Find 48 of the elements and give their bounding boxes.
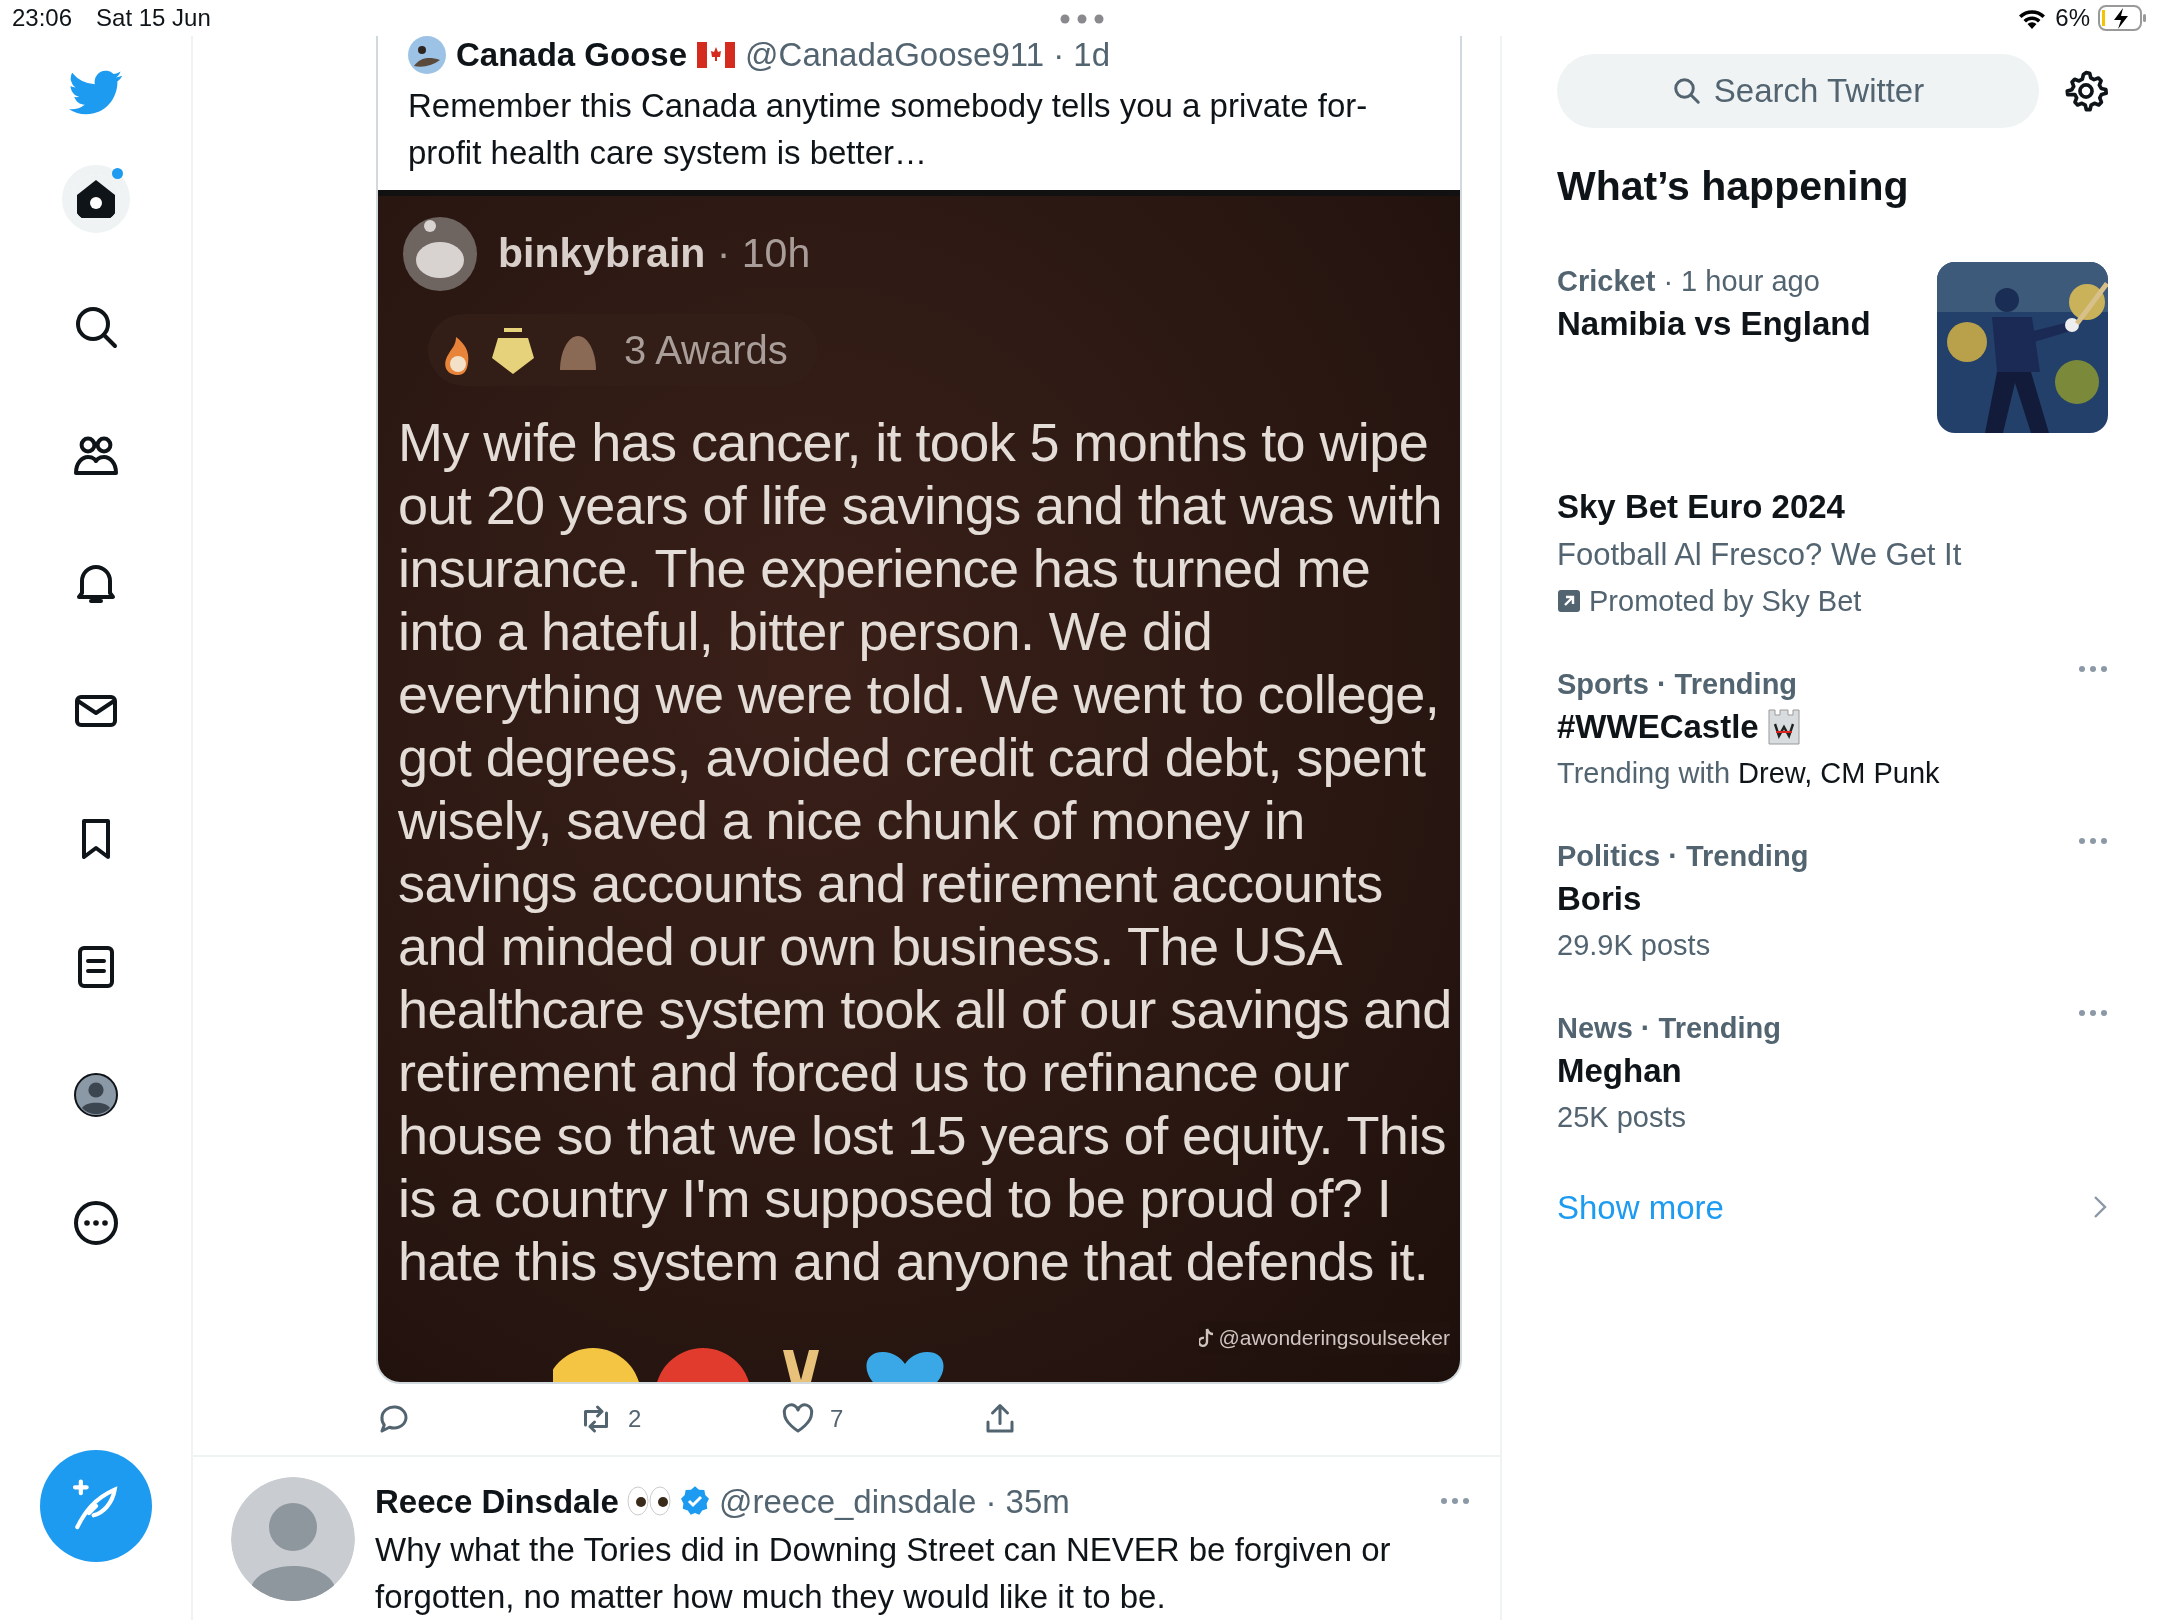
- trend-title[interactable]: #WWECastle: [1557, 702, 1759, 751]
- status-date: Sat 15 Jun: [96, 3, 211, 33]
- trend-title[interactable]: Boris: [1557, 874, 1642, 923]
- creator-credit: @awonderingsoulseeker: [1218, 1325, 1450, 1351]
- author-handle[interactable]: @reece_dinsdale · 35m: [718, 1476, 1070, 1526]
- tweet-text: Remember this Canada anytime somebody tells you a private for-profit health care system is better…: [407, 86, 1369, 173]
- trend-context-names: Drew, CM Punk: [1738, 756, 1940, 789]
- trend-category: Sports · Trending: [1557, 666, 1798, 702]
- battery-percentage: 6%: [2055, 3, 2090, 33]
- retweet-button[interactable]: 2: [578, 1401, 780, 1438]
- wifi-icon: [2017, 7, 2048, 29]
- trend-title[interactable]: Meghan: [1557, 1046, 1682, 1095]
- like-button[interactable]: 7: [780, 1401, 982, 1438]
- eyes-icon: [626, 1486, 671, 1517]
- multitasking-handle[interactable]: [1060, 14, 1104, 24]
- more-options-icon[interactable]: [1440, 1497, 1470, 1506]
- trend-category: News · Trending: [1557, 1010, 1781, 1046]
- search-icon: [1671, 76, 1702, 106]
- status-time: 23:06: [12, 3, 73, 33]
- awards-count: 3 Awards: [624, 327, 788, 374]
- trend-title[interactable]: Namibia vs England: [1557, 299, 1871, 348]
- post-count: 25K posts: [1557, 1099, 1687, 1135]
- more-options-icon[interactable]: [2078, 836, 2108, 845]
- avatar[interactable]: [408, 36, 446, 74]
- author-handle[interactable]: @CanadaGoose911 · 1d: [745, 36, 1111, 80]
- trend-context-label: Trending with: [1557, 756, 1730, 789]
- trend-title[interactable]: Sky Bet Euro 2024: [1557, 482, 2108, 531]
- section-heading: What’s happening: [1557, 162, 1910, 211]
- reddit-username: binkybrain: [498, 230, 706, 277]
- post-count: 29.9K posts: [1557, 927, 1712, 963]
- tweet-text: Why what the Tories did in Downing Street can NEVER be forgiven or forgotten, no matter how much they would like it to be.: [375, 1530, 1392, 1617]
- promo-subtitle: Football Al Fresco? We Get It: [1557, 535, 1963, 574]
- promoted-label: Promoted by Sky Bet: [1589, 583, 1862, 619]
- promoted-icon: [1557, 588, 1581, 613]
- trend-meta: Cricket · 1 hour ago: [1557, 263, 1821, 299]
- battery-charging-icon: [2098, 5, 2148, 31]
- search-field[interactable]: Search Twitter: [1557, 54, 2039, 128]
- settings-icon[interactable]: [2064, 69, 2108, 113]
- bird-logo-icon[interactable]: [68, 70, 123, 116]
- post-age: · 10h: [716, 230, 811, 277]
- author-name[interactable]: Reece Dinsdale: [375, 1476, 619, 1526]
- post-body: My wife has cancer, it took 5 months to wipe out 20 years of life savings and that was with insurance. The experience has turned me into a hateful, bitter person. We did everything we were told. We went to college, got degrees, avoided credit card debt, spent wisely, saved a nice chunk of money in savings accounts and retirement accounts and minded our own business. The USA healthcare system took all of our savings and retirement and forced us to refinance our house so that we lost 15 years of equity. This is a country I'm supposed to be proud of? I hate this system and anyone that defends it.: [397, 411, 1453, 1293]
- trend-category: Politics · Trending: [1557, 838, 1809, 874]
- music-note-icon: [1198, 1327, 1215, 1348]
- flag-icon: [697, 42, 736, 68]
- author-name[interactable]: Canada Goose: [456, 36, 688, 80]
- more-options-icon[interactable]: [2078, 664, 2108, 673]
- more-options-icon[interactable]: [2078, 1008, 2108, 1017]
